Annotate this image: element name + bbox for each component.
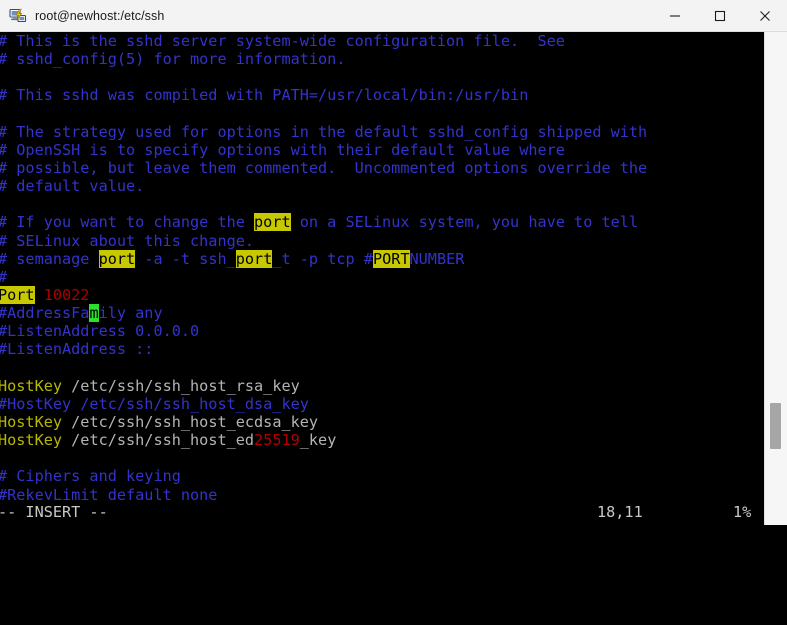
editor-text: # OpenSSH is to specify options with the… — [0, 140, 565, 159]
vim-mode-indicator: -- INSERT -- — [0, 503, 108, 521]
editor-text: #ListenAddress 0.0.0.0 — [0, 322, 200, 341]
vim-status-line: -- INSERT -- 18,11 1% — [0, 500, 787, 525]
editor-text: #RekeyLimit default none — [0, 485, 218, 500]
window-title: root@newhost:/etc/ssh — [35, 8, 165, 23]
editor-text: # — [0, 268, 7, 286]
terminal-body: # This is the sshd server system-wide co… — [0, 32, 787, 500]
editor-text — [35, 286, 44, 304]
editor-text: HostKey — [0, 412, 63, 431]
editor-text: # default value. — [0, 177, 145, 196]
editor-text: # If you want to change the — [0, 213, 255, 232]
editor-line: HostKey /etc/ssh/ssh_host_ecdsa_key — [0, 413, 764, 431]
editor-line: # sshd_config(5) for more information. — [0, 50, 764, 68]
editor-text: ily any — [98, 304, 163, 323]
search-match: port — [254, 213, 291, 232]
editor-text: /etc/ssh/ssh_host_ecdsa_key — [62, 412, 319, 431]
editor-text: /etc/ssh/ssh_host_rsa_key — [62, 376, 300, 395]
editor-line: # The strategy used for options in the d… — [0, 123, 764, 141]
editor-text: # SELinux about this change. — [0, 231, 255, 250]
editor-line: # SELinux about this change. — [0, 232, 764, 250]
editor-line: # This is the sshd server system-wide co… — [0, 32, 764, 50]
search-match: port — [98, 249, 136, 268]
editor-text: # This is the sshd server system-wide co… — [0, 32, 565, 50]
text-cursor: m — [89, 304, 99, 323]
search-match: port — [235, 249, 273, 268]
vim-text-buffer[interactable]: # This is the sshd server system-wide co… — [0, 32, 764, 500]
editor-line: # — [0, 268, 764, 286]
editor-line: #HostKey /etc/ssh/ssh_host_dsa_key — [0, 395, 764, 413]
editor-text: # The strategy used for options in the d… — [0, 122, 648, 141]
editor-text: #ListenAddress :: — [0, 340, 154, 359]
editor-text: #HostKey /etc/ssh/ssh_host_dsa_key — [0, 394, 309, 413]
editor-line: #ListenAddress :: — [0, 340, 764, 358]
editor-line: # semanage port -a -t ssh_port_t -p tcp … — [0, 249, 764, 268]
vertical-scrollbar[interactable] — [764, 32, 787, 500]
vim-editor-viewport[interactable]: # This is the sshd server system-wide co… — [0, 32, 764, 500]
editor-text: 10022 — [43, 285, 90, 304]
search-match: Port — [0, 285, 35, 304]
editor-line: # default value. — [0, 177, 764, 195]
editor-line: #RekeyLimit default none — [0, 486, 764, 500]
scrollbar-bottom-filler — [764, 500, 787, 525]
file-percent: 1% — [733, 503, 752, 521]
editor-text: _key — [299, 431, 337, 450]
putty-terminal-window: root@newhost:/etc/ssh # This is the sshd… — [0, 0, 787, 525]
window-controls — [652, 0, 787, 31]
editor-text: # Ciphers and keying — [0, 467, 181, 486]
editor-line: HostKey /etc/ssh/ssh_host_rsa_key — [0, 377, 764, 395]
scrollbar-thumb[interactable] — [770, 403, 781, 450]
editor-text: /etc/ssh/ssh_host_ed — [62, 431, 255, 450]
editor-text: _t -p tcp # — [272, 249, 373, 268]
minimize-button[interactable] — [652, 0, 697, 31]
editor-line: #AddressFamily any — [0, 304, 764, 323]
maximize-button[interactable] — [697, 0, 742, 31]
editor-line: # Ciphers and keying — [0, 467, 764, 485]
editor-line: #ListenAddress 0.0.0.0 — [0, 322, 764, 340]
editor-text: HostKey — [0, 431, 63, 450]
editor-line: # possible, but leave them commented. Un… — [0, 159, 764, 177]
close-button[interactable] — [742, 0, 787, 31]
titlebar: root@newhost:/etc/ssh — [0, 0, 787, 32]
editor-text: 25519 — [254, 431, 300, 450]
editor-text: # sshd_config(5) for more information. — [0, 50, 346, 69]
editor-line: # If you want to change the port on a SE… — [0, 213, 764, 232]
search-match: PORT — [372, 249, 410, 268]
editor-text: # This sshd was compiled with PATH=/usr/… — [0, 86, 529, 105]
editor-text: -a -t ssh_ — [135, 249, 236, 268]
editor-line: # This sshd was compiled with PATH=/usr/… — [0, 86, 764, 104]
cursor-position: 18,11 — [597, 503, 643, 521]
editor-line: HostKey /etc/ssh/ssh_host_ed25519_key — [0, 431, 764, 449]
editor-text: # possible, but leave them commented. Un… — [0, 158, 648, 177]
editor-text: on a SELinux system, you have to tell — [290, 213, 639, 232]
editor-text: #AddressFa — [0, 304, 90, 323]
editor-line: # OpenSSH is to specify options with the… — [0, 141, 764, 159]
editor-text: NUMBER — [409, 249, 465, 268]
putty-icon — [9, 7, 27, 25]
editor-line: Port 10022 — [0, 285, 764, 304]
editor-text: # semanage — [0, 249, 99, 268]
editor-text: HostKey — [0, 376, 63, 395]
